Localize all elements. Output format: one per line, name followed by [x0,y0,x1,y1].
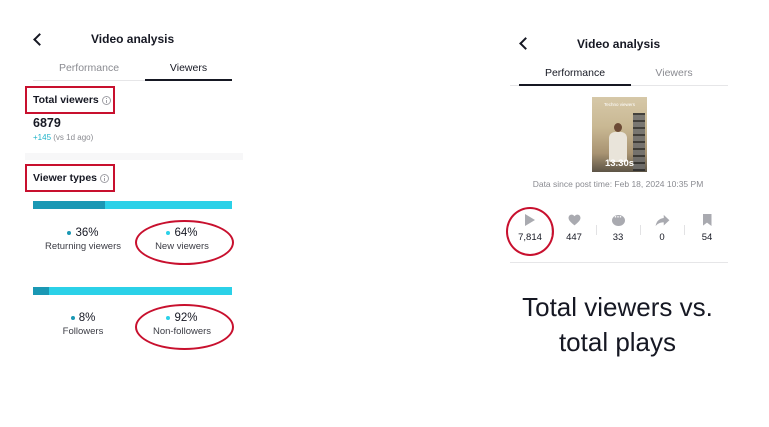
total-viewers-delta: +145 (vs 1d ago) [33,133,93,142]
info-icon[interactable] [101,95,111,105]
share-icon [655,214,669,226]
tab-viewers[interactable]: Viewers [631,67,717,79]
likes-value: 447 [566,232,582,243]
delta-value: +145 [33,133,52,142]
followers-dot [70,315,75,320]
metric-divider [596,225,597,235]
bookmark-icon [702,214,712,226]
annotation-caption: Total viewers vs. total plays [490,290,745,360]
followers-label: Followers [62,326,104,337]
delta-suffix: (vs 1d ago) [53,133,94,142]
comments-value: 33 [612,232,624,243]
annotation-line-1: Total viewers vs. [522,292,713,322]
total-viewers-label-text: Total viewers [33,94,99,106]
data-since-text: Data since post time: Feb 18, 2024 10:35… [532,179,704,189]
returning-viewers-segment [33,201,105,209]
heart-icon [568,214,580,226]
video-duration: 13.30s [604,158,635,169]
tab-active-indicator [519,84,631,86]
total-viewers-value: 6879 [33,116,61,130]
saves-value: 54 [701,232,713,243]
back-chevron-icon[interactable] [519,37,532,50]
page-title: Video analysis [577,37,661,51]
likes-metric: 447 [557,212,591,243]
annotation-ellipse-new-viewers [135,220,234,265]
thumbnail-person [614,123,622,132]
thumbnail-caption: Techno viewers [603,102,635,107]
annotation-ellipse-non-followers [135,304,234,350]
followers-bar [33,287,232,295]
back-chevron-icon[interactable] [33,33,46,46]
viewer-types-label-text: Viewer types [33,172,98,184]
page-title: Video analysis [91,32,175,46]
annotation-circle-plays [506,207,554,256]
tab-active-indicator [145,79,232,81]
metric-divider [640,225,641,235]
viewer-types-label: Viewer types [33,172,110,184]
returning-label: Returning viewers [44,241,122,252]
tab-performance[interactable]: Performance [33,62,145,74]
returning-viewers-stat: 36% Returning viewers [30,227,136,252]
video-thumbnail[interactable]: Techno viewers 13.30s [592,97,647,172]
followers-pct: 8% [78,312,96,324]
tab-performance[interactable]: Performance [519,67,631,79]
annotation-line-2: total plays [558,327,677,358]
returning-new-bar [33,201,232,209]
tab-viewers[interactable]: Viewers [145,62,232,74]
non-followers-segment [48,287,232,295]
returning-dot [67,230,72,235]
metric-divider [684,225,685,235]
section-separator [25,153,243,160]
returning-pct: 36% [75,227,99,239]
shares-value: 0 [659,232,665,243]
saves-metric: 54 [690,212,724,243]
comment-icon [611,212,625,226]
followers-segment [33,287,49,295]
new-viewers-segment [104,201,232,209]
shares-metric: 0 [645,212,679,243]
followers-stat: 8% Followers [30,312,136,337]
comments-metric: 33 [601,212,635,243]
total-viewers-label: Total viewers [33,94,111,106]
info-icon[interactable] [100,173,110,183]
metrics-divider [510,262,728,263]
